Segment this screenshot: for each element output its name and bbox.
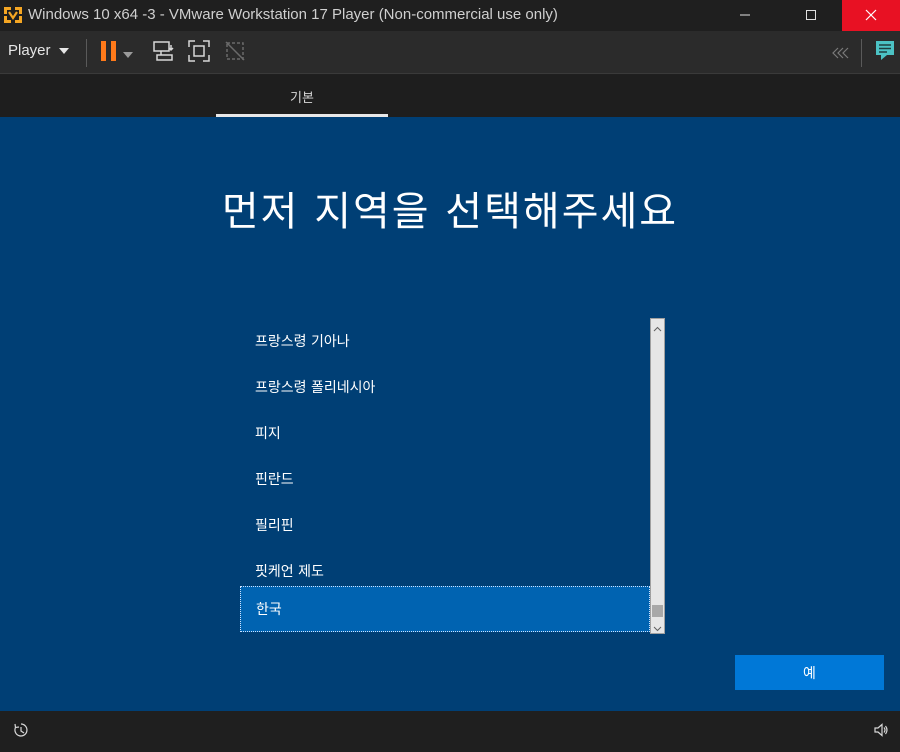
list-item[interactable]: 프랑스령 기아나 <box>240 318 650 364</box>
title-bar: Windows 10 x64 -3 - VMware Workstation 1… <box>0 0 900 31</box>
player-toolbar: Player <box>0 31 900 74</box>
send-ctrl-alt-del-icon <box>151 39 175 67</box>
chevron-down-icon <box>653 617 662 636</box>
ease-of-access-button[interactable] <box>12 723 30 741</box>
list-item-label: 핀란드 <box>255 472 294 488</box>
dropdown-arrow-icon <box>123 44 133 63</box>
close-icon <box>865 6 877 25</box>
yes-button[interactable]: 예 <box>735 655 884 690</box>
list-item[interactable]: 피지 <box>240 410 650 456</box>
fullscreen-icon <box>187 39 211 67</box>
unity-button[interactable] <box>222 40 248 66</box>
maximize-button[interactable] <box>788 0 834 31</box>
minimize-button[interactable] <box>722 0 768 31</box>
oobe-tab-bar: 기본 <box>0 75 900 117</box>
list-item[interactable]: 필리핀 <box>240 502 650 548</box>
active-tab-indicator <box>216 114 388 117</box>
toolbar-separator <box>861 39 862 67</box>
message-log-icon <box>875 40 895 66</box>
region-list[interactable]: 프랑스령 기아나 프랑스령 폴리네시아 피지 핀란드 필리핀 핏케언 제도 한국 <box>240 318 665 634</box>
list-item-label: 필리핀 <box>255 518 294 534</box>
dropdown-arrow-icon <box>58 42 69 59</box>
list-item-label: 피지 <box>255 426 281 442</box>
list-item[interactable]: 프랑스령 폴리네시아 <box>240 364 650 410</box>
send-ctrl-alt-del-button[interactable] <box>150 40 176 66</box>
region-list-scrollbar[interactable] <box>650 318 665 634</box>
scroll-down-button[interactable] <box>651 619 664 633</box>
vm-status-bar <box>0 711 900 752</box>
volume-button[interactable] <box>872 723 890 741</box>
chevron-up-icon <box>653 317 662 336</box>
list-item-label: 핏케언 제도 <box>255 564 324 580</box>
fullscreen-button[interactable] <box>186 40 212 66</box>
collapse-toolbar-button[interactable] <box>828 40 854 66</box>
scroll-up-button[interactable] <box>651 319 664 333</box>
pause-icon <box>99 40 119 66</box>
list-item-selected[interactable]: 한국 <box>240 586 650 632</box>
vm-display[interactable]: 기본 먼저 지역을 선택해주세요 프랑스령 기아나 프랑스령 폴리네시아 피지 … <box>0 75 900 711</box>
pause-dropdown-button[interactable] <box>120 40 136 66</box>
close-button[interactable] <box>842 0 900 31</box>
tab-basic[interactable]: 기본 <box>216 75 388 117</box>
unity-icon <box>223 39 247 67</box>
list-item[interactable]: 핀란드 <box>240 456 650 502</box>
minimize-icon <box>739 6 751 25</box>
pause-button[interactable] <box>96 40 122 66</box>
collapse-chevrons-icon <box>831 44 851 63</box>
message-log-button[interactable] <box>872 40 898 66</box>
player-menu-button[interactable]: Player <box>8 42 69 59</box>
list-item-label: 프랑스령 기아나 <box>255 334 350 350</box>
page-title: 먼저 지역을 선택해주세요 <box>221 189 679 235</box>
vmware-icon[interactable] <box>2 4 24 26</box>
list-item-label: 프랑스령 폴리네시아 <box>255 380 376 396</box>
scroll-thumb[interactable] <box>652 605 663 617</box>
volume-icon <box>873 722 889 742</box>
window-title: Windows 10 x64 -3 - VMware Workstation 1… <box>28 6 558 23</box>
list-item-label: 한국 <box>256 602 282 618</box>
ease-of-access-icon <box>13 722 29 742</box>
tab-basic-label: 기본 <box>290 90 314 106</box>
player-menu-label: Player <box>8 42 51 59</box>
toolbar-separator <box>86 39 87 67</box>
maximize-icon <box>805 6 817 25</box>
